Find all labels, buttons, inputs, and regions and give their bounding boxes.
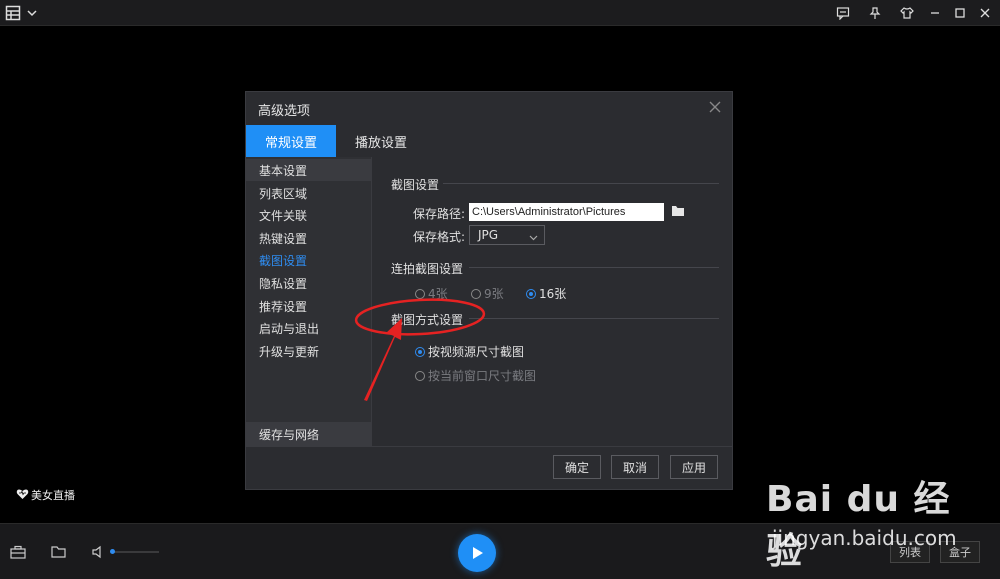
radio-circle	[526, 288, 536, 299]
heart-icon	[16, 488, 29, 503]
save-format-value: JPG	[478, 228, 499, 242]
burst-16-label: 16张	[539, 287, 567, 301]
section-divider	[443, 183, 719, 184]
section-divider	[469, 318, 719, 319]
play-button[interactable]	[458, 534, 496, 572]
sidebar-item-cache-network[interactable]: 缓存与网络	[246, 422, 372, 446]
sidebar-item-hotkeys[interactable]: 热键设置	[246, 227, 372, 249]
volume-slider[interactable]	[111, 551, 159, 553]
toolbox-icon[interactable]	[9, 544, 27, 560]
ok-button[interactable]: 确定	[553, 455, 601, 479]
tab-playback[interactable]: 播放设置	[336, 125, 426, 157]
section-divider	[469, 267, 719, 268]
control-bar: 列表 盒子	[0, 523, 1000, 579]
open-folder-icon[interactable]	[50, 544, 68, 560]
tab-general[interactable]: 常规设置	[246, 125, 336, 157]
play-icon	[473, 547, 483, 559]
list-button[interactable]: 列表	[890, 541, 930, 563]
save-format-label: 保存格式:	[413, 230, 466, 244]
title-bar	[0, 0, 1000, 26]
sidebar-item-startup-exit[interactable]: 启动与退出	[246, 317, 372, 339]
folder-icon[interactable]	[671, 205, 685, 217]
sidebar-item-privacy[interactable]: 隐私设置	[246, 272, 372, 294]
burst-4-radio[interactable]: 4张	[415, 285, 448, 302]
maximize-icon[interactable]	[951, 4, 969, 22]
dialog-close-icon[interactable]	[708, 100, 722, 114]
minimize-icon[interactable]	[926, 4, 944, 22]
save-format-select[interactable]: JPG	[469, 225, 545, 245]
dialog-title: 高级选项	[258, 104, 311, 119]
dialog-tabs: 常规设置 播放设置	[246, 125, 732, 157]
sidebar-item-file-assoc[interactable]: 文件关联	[246, 204, 372, 226]
radio-circle	[415, 346, 425, 357]
volume-icon[interactable]	[89, 544, 107, 560]
cancel-button[interactable]: 取消	[611, 455, 659, 479]
sidebar-item-list-area[interactable]: 列表区域	[246, 182, 372, 204]
burst-16-radio[interactable]: 16张	[526, 285, 566, 302]
mode-source-size-radio[interactable]: 按视频源尺寸截图	[415, 343, 524, 360]
live-link[interactable]: 美女直播	[16, 487, 75, 503]
menu-icon[interactable]	[4, 4, 22, 22]
radio-circle	[415, 370, 425, 381]
burst-9-label: 9张	[484, 287, 504, 301]
advanced-options-dialog: 高级选项 常规设置 播放设置 基本设置 列表区域 文件关联 热键设置 截图设置 …	[245, 91, 733, 490]
apply-button[interactable]: 应用	[670, 455, 718, 479]
mode-window-size-label: 按当前窗口尺寸截图	[428, 369, 537, 383]
radio-circle	[415, 288, 425, 299]
settings-sidebar: 基本设置 列表区域 文件关联 热键设置 截图设置 隐私设置 推荐设置 启动与退出…	[246, 157, 372, 446]
chevron-down-icon[interactable]	[23, 4, 41, 22]
burst-4-label: 4张	[428, 287, 448, 301]
radio-circle	[471, 288, 481, 299]
sidebar-item-screenshot[interactable]: 截图设置	[246, 249, 372, 271]
feedback-icon[interactable]	[834, 4, 852, 22]
screenshot-section-title: 截图设置	[391, 178, 440, 192]
skin-icon[interactable]	[898, 4, 916, 22]
save-path-label: 保存路径:	[413, 207, 466, 221]
settings-content: 截图设置 保存路径: C:\Users\Administrator\Pictur…	[373, 157, 732, 446]
live-label: 美女直播	[31, 489, 75, 502]
box-button[interactable]: 盒子	[940, 541, 980, 563]
mode-section-title: 截图方式设置	[391, 313, 464, 327]
pin-icon[interactable]	[866, 4, 884, 22]
volume-knob[interactable]	[110, 549, 115, 554]
mode-source-size-label: 按视频源尺寸截图	[428, 345, 525, 359]
sidebar-item-recommend[interactable]: 推荐设置	[246, 295, 372, 317]
burst-9-radio[interactable]: 9张	[471, 285, 504, 302]
save-path-input[interactable]: C:\Users\Administrator\Pictures	[469, 203, 664, 221]
sidebar-item-upgrade[interactable]: 升级与更新	[246, 340, 372, 362]
close-icon[interactable]	[976, 4, 994, 22]
burst-section-title: 连拍截图设置	[391, 262, 464, 276]
mode-window-size-radio[interactable]: 按当前窗口尺寸截图	[415, 367, 536, 384]
sidebar-item-basic[interactable]: 基本设置	[246, 159, 372, 181]
footer-divider	[246, 446, 732, 447]
chevron-down-icon	[529, 231, 538, 245]
